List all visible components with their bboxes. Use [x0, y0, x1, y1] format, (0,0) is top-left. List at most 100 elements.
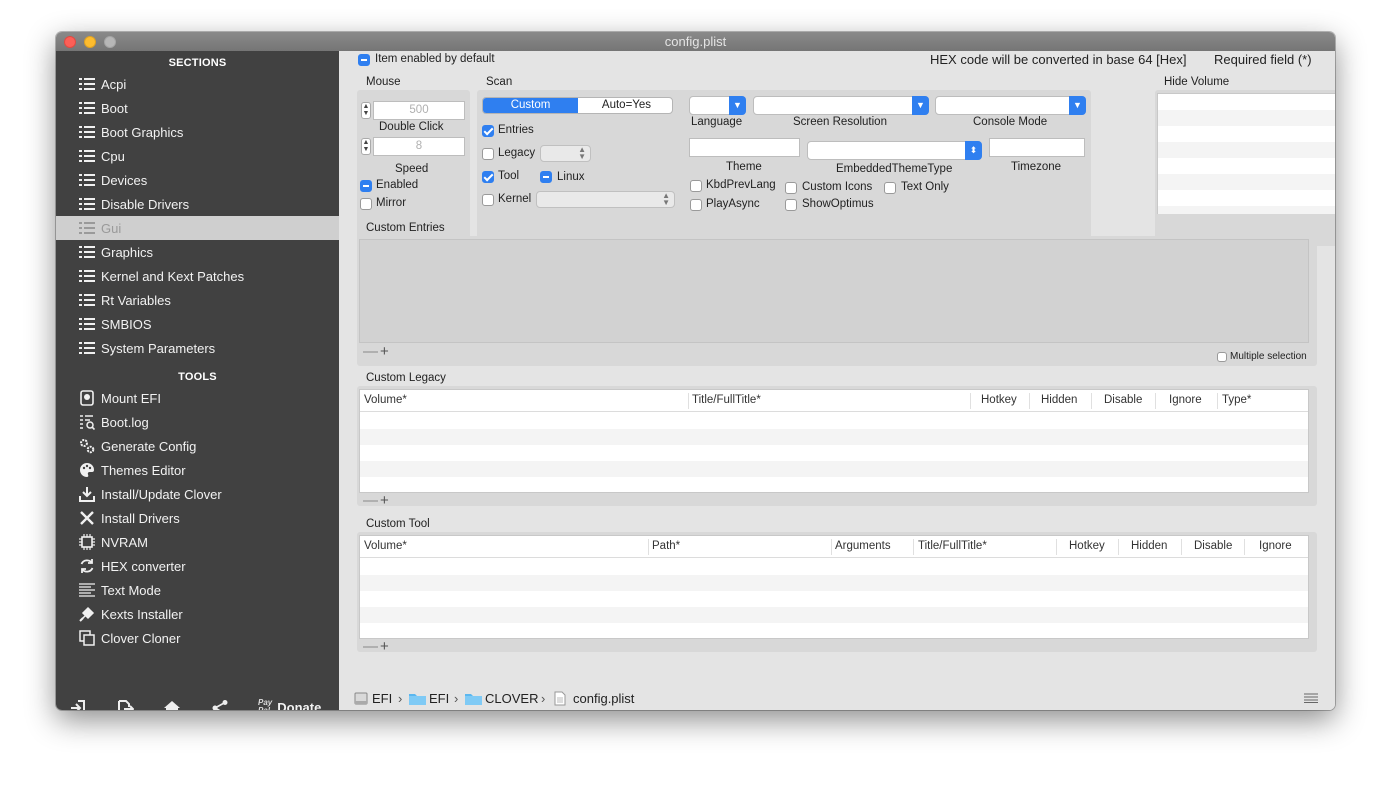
theme-field[interactable]: [689, 138, 800, 157]
sidebar-item-label: Devices: [101, 172, 148, 188]
custom-tool-header: Volume* Path* Arguments Title/FullTitle*…: [360, 536, 1308, 558]
custom-legacy-add-button[interactable]: +: [380, 493, 389, 508]
breadcrumb-item[interactable]: EFI: [372, 691, 392, 706]
tool-item-kexts-installer[interactable]: Kexts Installer: [56, 602, 339, 626]
mouse-mirror-checkbox[interactable]: [360, 198, 372, 210]
speed-label: Speed: [395, 163, 429, 175]
custom-tool-remove-button[interactable]: —: [363, 639, 378, 654]
custom-icons-checkbox[interactable]: [785, 182, 797, 194]
show-optimus-checkbox[interactable]: [785, 199, 797, 211]
col-type[interactable]: Type*: [1222, 394, 1251, 406]
export-icon[interactable]: [116, 699, 134, 710]
col-volume[interactable]: Volume*: [364, 540, 407, 552]
custom-legacy-remove-button[interactable]: —: [363, 493, 378, 508]
zoom-window-button[interactable]: [104, 36, 116, 48]
col-disable[interactable]: Disable: [1104, 394, 1142, 406]
embedded-theme-type-popup[interactable]: ⬍: [807, 141, 982, 160]
sidebar-item-cpu[interactable]: Cpu: [56, 144, 339, 168]
scan-auto-segment[interactable]: Auto=Yes: [579, 98, 672, 113]
double-click-stepper[interactable]: ▲ ▼: [361, 102, 371, 119]
custom-entries-add-button[interactable]: +: [380, 344, 389, 359]
col-hotkey[interactable]: Hotkey: [981, 394, 1017, 406]
scan-kernel-checkbox[interactable]: [482, 194, 494, 206]
hide-volume-title: Hide Volume: [1164, 76, 1230, 88]
sidebar-item-rt-variables[interactable]: Rt Variables: [56, 288, 339, 312]
mouse-enabled-checkbox[interactable]: [360, 180, 372, 192]
kernel-popup[interactable]: ▲ ▼: [536, 191, 675, 208]
sidebar-item-devices[interactable]: Devices: [56, 168, 339, 192]
double-click-field[interactable]: 500: [373, 101, 465, 120]
breadcrumb-item[interactable]: EFI: [429, 691, 449, 706]
minimize-window-button[interactable]: [84, 36, 96, 48]
tool-item-boot-log[interactable]: Boot.log: [56, 410, 339, 434]
custom-tool-add-button[interactable]: +: [380, 639, 389, 654]
menu-icon[interactable]: [1304, 693, 1318, 703]
screen-resolution-label: Screen Resolution: [793, 116, 887, 128]
col-hidden[interactable]: Hidden: [1041, 394, 1077, 406]
speed-stepper[interactable]: ▲ ▼: [361, 138, 371, 155]
sidebar-item-smbios[interactable]: SMBIOS: [56, 312, 339, 336]
col-title[interactable]: Title/FullTitle*: [918, 540, 987, 552]
tool-item-themes-editor[interactable]: Themes Editor: [56, 458, 339, 482]
tool-item-nvram[interactable]: NVRAM: [56, 530, 339, 554]
screen-resolution-popup[interactable]: ▼: [753, 96, 929, 115]
scan-title: Scan: [486, 76, 513, 88]
col-path[interactable]: Path*: [652, 540, 680, 552]
multiple-selection-checkbox[interactable]: [1217, 352, 1227, 362]
tool-item-clover-cloner[interactable]: Clover Cloner: [56, 626, 339, 650]
kbd-prev-lang-checkbox[interactable]: [690, 180, 702, 192]
scan-tool-checkbox[interactable]: [482, 171, 494, 183]
donate-label: Donate: [277, 699, 322, 711]
col-hotkey[interactable]: Hotkey: [1069, 540, 1105, 552]
share-icon[interactable]: [211, 699, 229, 710]
scan-custom-segment[interactable]: Custom: [483, 98, 578, 113]
text-only-checkbox[interactable]: [884, 182, 896, 194]
hide-volume-table[interactable]: [1157, 93, 1335, 214]
sidebar-item-disable-drivers[interactable]: Disable Drivers: [56, 192, 339, 216]
col-arguments[interactable]: Arguments: [835, 540, 891, 552]
col-disable[interactable]: Disable: [1194, 540, 1232, 552]
scan-linux-checkbox[interactable]: [540, 171, 552, 183]
timezone-field[interactable]: [989, 138, 1085, 157]
sidebar-item-system-parameters[interactable]: System Parameters: [56, 336, 339, 360]
tool-item-install-drivers[interactable]: Install Drivers: [56, 506, 339, 530]
col-title[interactable]: Title/FullTitle*: [692, 394, 761, 406]
home-icon[interactable]: [163, 699, 181, 710]
tool-item-install-update-clover[interactable]: Install/Update Clover: [56, 482, 339, 506]
sidebar-item-boot-graphics[interactable]: Boot Graphics: [56, 120, 339, 144]
tool-item-text-mode[interactable]: Text Mode: [56, 578, 339, 602]
tool-item-generate-config[interactable]: Generate Config: [56, 434, 339, 458]
breadcrumb-item[interactable]: config.plist: [573, 691, 634, 706]
main-panel: Item enabled by default HEX code will be…: [339, 51, 1335, 710]
col-ignore[interactable]: Ignore: [1259, 540, 1292, 552]
tool-item-hex-converter[interactable]: HEX converter: [56, 554, 339, 578]
sidebar-item-graphics[interactable]: Graphics: [56, 240, 339, 264]
item-enabled-checkbox[interactable]: [358, 54, 370, 66]
custom-entries-table[interactable]: [359, 239, 1309, 343]
donate-button[interactable]: Pay Pal Donate: [258, 694, 338, 711]
list-icon: [79, 172, 95, 188]
play-async-checkbox[interactable]: [690, 199, 702, 211]
speed-field[interactable]: 8: [373, 137, 465, 156]
custom-legacy-table[interactable]: Volume* Title/FullTitle* Hotkey Hidden D…: [359, 389, 1309, 493]
language-popup[interactable]: ▼: [689, 96, 746, 115]
sidebar-item-boot[interactable]: Boot: [56, 96, 339, 120]
col-hidden[interactable]: Hidden: [1131, 540, 1167, 552]
chip-icon: [79, 534, 95, 550]
sidebar-item-gui[interactable]: Gui: [56, 216, 339, 240]
custom-entries-remove-button[interactable]: —: [363, 344, 378, 359]
breadcrumb-item[interactable]: CLOVER: [485, 691, 538, 706]
sidebar-item-acpi[interactable]: Acpi: [56, 72, 339, 96]
scan-entries-checkbox[interactable]: [482, 125, 494, 137]
console-mode-popup[interactable]: ▼: [935, 96, 1086, 115]
col-ignore[interactable]: Ignore: [1169, 394, 1202, 406]
sidebar-item-label: NVRAM: [101, 534, 148, 550]
tool-item-mount-efi[interactable]: Mount EFI: [56, 386, 339, 410]
col-volume[interactable]: Volume*: [364, 394, 407, 406]
scan-legacy-checkbox[interactable]: [482, 148, 494, 160]
import-icon[interactable]: [69, 699, 87, 710]
legacy-popup[interactable]: ▲ ▼: [540, 145, 591, 162]
close-window-button[interactable]: [64, 36, 76, 48]
custom-tool-table[interactable]: Volume* Path* Arguments Title/FullTitle*…: [359, 535, 1309, 639]
sidebar-item-kernel-and-kext-patches[interactable]: Kernel and Kext Patches: [56, 264, 339, 288]
